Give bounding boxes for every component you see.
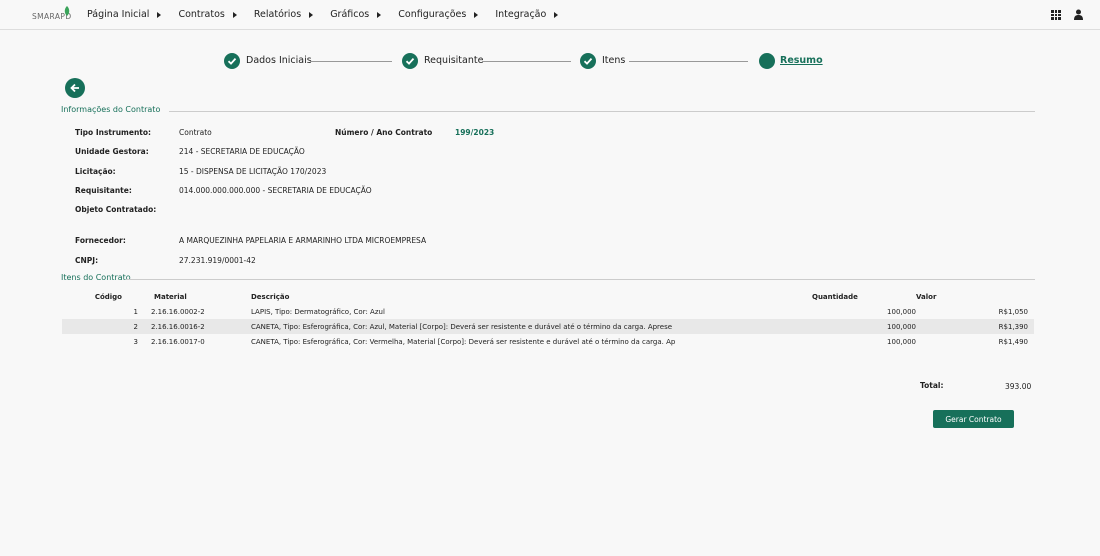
cell-valor: R$1,050	[998, 307, 1028, 316]
caret-right-icon	[474, 11, 479, 18]
col-header-codigo[interactable]: Código	[62, 289, 138, 304]
menu-label: Integração	[495, 9, 547, 20]
step-check-icon	[402, 53, 418, 69]
section-title-contract-info: Informações do Contrato	[61, 105, 161, 114]
step-current-indicator	[759, 53, 775, 69]
step-resumo[interactable]: Resumo	[780, 55, 823, 66]
caret-right-icon	[309, 11, 314, 18]
label-objeto: Objeto Contratado:	[75, 205, 157, 214]
cell-quantidade: 100,000	[887, 307, 916, 316]
value-cnpj: 27.231.919/0001-42	[179, 256, 256, 265]
step-requisitante[interactable]: Requisitante	[424, 55, 483, 66]
apps-grid-icon[interactable]	[1051, 10, 1061, 20]
cell-material: 2.16.16.0016-2	[138, 319, 251, 334]
label-unidade-gestora: Unidade Gestora:	[75, 147, 149, 156]
total-label: Total:	[920, 381, 944, 390]
label-licitacao: Licitação:	[75, 167, 116, 176]
caret-right-icon	[377, 11, 382, 18]
value-fornecedor: A MARQUEZINHA PAPELARIA E ARMARINHO LTDA…	[179, 236, 427, 245]
caret-right-icon	[157, 11, 162, 18]
caret-right-icon	[554, 11, 559, 18]
col-header-quantidade[interactable]: Quantidade	[812, 289, 916, 304]
items-table: Código Material Descrição Quantidade Val…	[62, 289, 1034, 349]
menu-label: Gráficos	[330, 9, 370, 20]
section-divider	[126, 279, 1035, 280]
value-unidade-gestora: 214 - SECRETARIA DE EDUCAÇÃO	[179, 147, 305, 156]
value-numero-ano: 199/2023	[455, 128, 495, 137]
menu-pagina-inicial[interactable]: Página Inicial	[87, 9, 162, 20]
menu-label: Contratos	[178, 9, 225, 20]
generate-contract-button[interactable]: Gerar Contrato	[933, 410, 1014, 428]
cell-quantidade: 100,000	[887, 337, 916, 346]
label-numero-ano: Número / Ano Contrato	[335, 128, 433, 137]
cell-valor: R$1,490	[998, 337, 1028, 346]
total-value: 393.00	[1005, 382, 1032, 391]
value-licitacao: 15 - DISPENSA DE LICITAÇÃO 170/2023	[179, 167, 327, 176]
step-check-icon	[224, 53, 240, 69]
menu-label: Relatórios	[253, 9, 302, 20]
section-divider	[169, 111, 1035, 112]
top-navbar: SMARAPD Página Inicial Contratos Relatór…	[0, 0, 1100, 30]
step-connector	[482, 61, 571, 62]
cell-codigo: 3	[133, 337, 138, 346]
step-connector	[310, 61, 392, 62]
main-menu: Página Inicial Contratos Relatórios Gráf…	[87, 9, 575, 20]
col-header-descricao[interactable]: Descrição	[251, 289, 812, 304]
cell-quantidade: 100,000	[812, 319, 916, 334]
menu-label: Página Inicial	[87, 9, 150, 20]
col-header-material[interactable]: Material	[138, 289, 251, 304]
cell-descricao: CANETA, Tipo: Esferográfica, Cor: Azul, …	[251, 319, 812, 334]
menu-relatorios[interactable]: Relatórios	[253, 9, 314, 20]
cell-descricao: LAPIS, Tipo: Dermatográfico, Cor: Azul	[251, 307, 385, 316]
menu-configuracoes[interactable]: Configurações	[398, 9, 479, 20]
cell-descricao: CANETA, Tipo: Esferográfica, Cor: Vermel…	[251, 337, 676, 346]
step-check-icon	[580, 53, 596, 69]
label-fornecedor: Fornecedor:	[75, 236, 126, 245]
col-header-valor[interactable]: Valor	[916, 289, 1034, 304]
cell-material: 2.16.16.0002-2	[151, 307, 205, 316]
menu-label: Configurações	[398, 9, 467, 20]
wizard-stepper: Dados Iniciais Requisitante Itens Resumo	[0, 51, 1100, 73]
label-tipo-instrumento: Tipo Instrumento:	[75, 128, 152, 137]
label-requisitante: Requisitante:	[75, 186, 132, 195]
caret-right-icon	[232, 11, 237, 18]
cell-material: 2.16.16.0017-0	[151, 337, 205, 346]
table-row[interactable]: 3 2.16.16.0017-0 CANETA, Tipo: Esferográ…	[62, 334, 1034, 349]
step-dados-iniciais[interactable]: Dados Iniciais	[246, 55, 312, 66]
menu-integracao[interactable]: Integração	[495, 9, 559, 20]
table-row[interactable]: 2 2.16.16.0016-2 CANETA, Tipo: Esferográ…	[62, 319, 1034, 334]
value-tipo-instrumento: Contrato	[179, 128, 212, 137]
value-requisitante: 014.000.000.000.000 - SECRETARIA DE EDUC…	[179, 186, 372, 195]
section-title-items: Itens do Contrato	[61, 273, 131, 282]
arrow-left-icon	[70, 83, 79, 93]
table-header-row: Código Material Descrição Quantidade Val…	[62, 289, 1034, 304]
cell-codigo: 1	[133, 307, 138, 316]
leaf-icon	[64, 6, 70, 16]
smarapd-logo[interactable]: SMARAPD	[32, 6, 72, 24]
menu-contratos[interactable]: Contratos	[178, 9, 237, 20]
table-row[interactable]: 1 2.16.16.0002-2 LAPIS, Tipo: Dermatográ…	[62, 304, 1034, 319]
menu-graficos[interactable]: Gráficos	[330, 9, 382, 20]
user-icon[interactable]	[1074, 9, 1083, 20]
cell-valor: R$1,390	[916, 319, 1034, 334]
label-cnpj: CNPJ:	[75, 256, 99, 265]
step-itens[interactable]: Itens	[602, 55, 625, 66]
step-connector	[629, 61, 748, 62]
cell-codigo: 2	[62, 319, 138, 334]
back-button[interactable]	[65, 78, 85, 98]
